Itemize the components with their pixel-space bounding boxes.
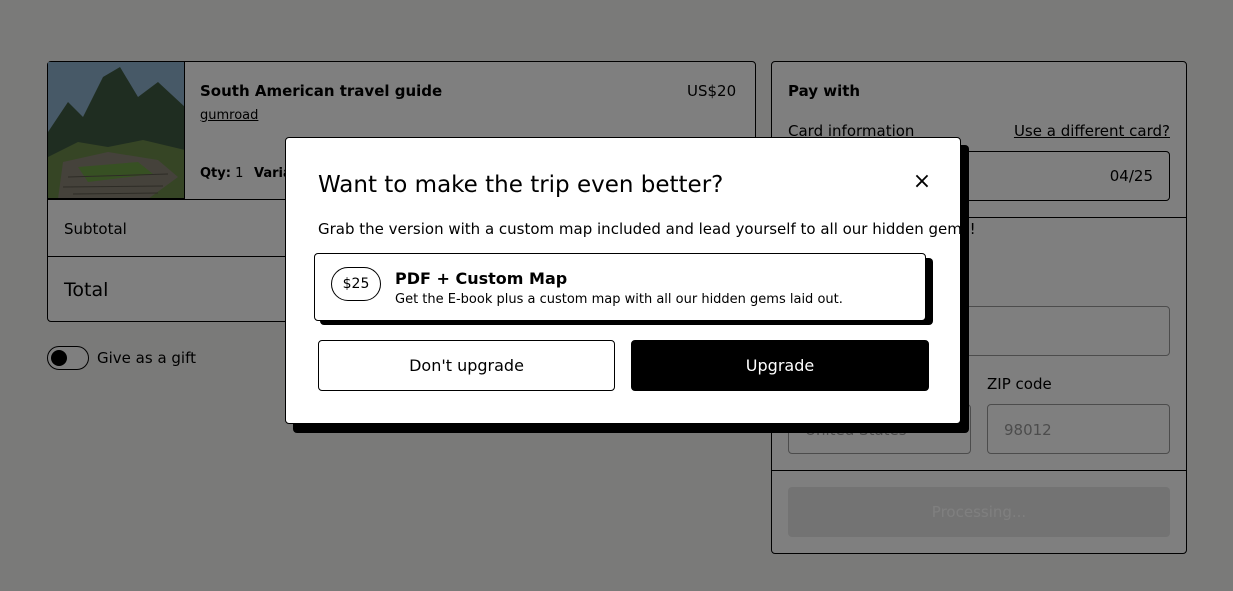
option-description: Get the E-book plus a custom map with al… [395,292,843,307]
close-icon[interactable]: × [908,168,936,196]
upgrade-option-card[interactable]: $25 PDF + Custom Map Get the E-book plus… [314,253,926,321]
modal-description: Grab the version with a custom map inclu… [318,220,976,238]
option-title: PDF + Custom Map [395,269,568,288]
option-price-badge: $25 [331,267,381,301]
upsell-modal: Want to make the trip even better? × Gra… [285,137,976,424]
modal-title: Want to make the trip even better? [318,172,724,198]
upgrade-button[interactable]: Upgrade [631,340,929,391]
dont-upgrade-button[interactable]: Don't upgrade [318,340,615,391]
